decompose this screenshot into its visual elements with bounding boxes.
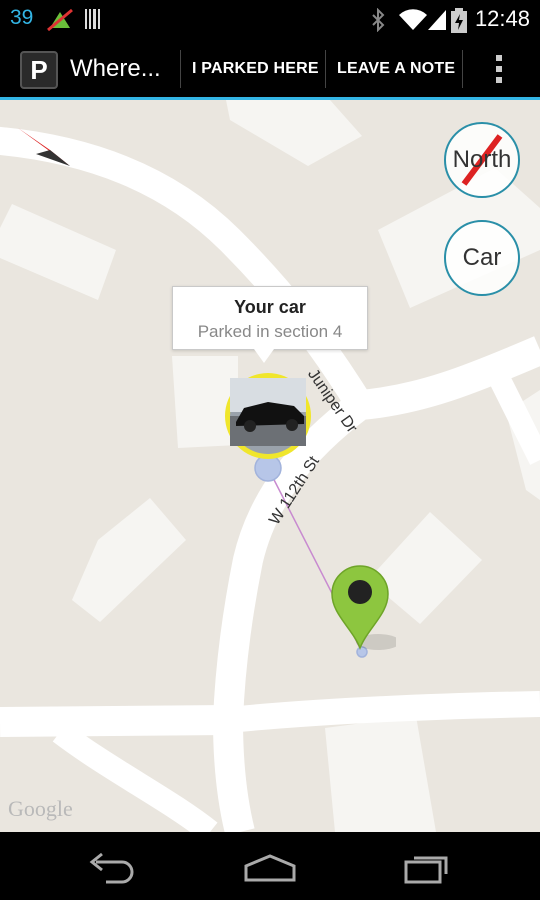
- car-button[interactable]: Car: [444, 220, 520, 296]
- recent-apps-icon[interactable]: [404, 852, 450, 884]
- divider: [180, 50, 181, 88]
- building: [0, 204, 116, 300]
- bubble-pointer: [254, 349, 274, 363]
- north-button[interactable]: North: [444, 122, 520, 198]
- home-icon[interactable]: [242, 854, 298, 884]
- destination-pin-icon[interactable]: [326, 556, 396, 666]
- back-icon[interactable]: [88, 852, 138, 884]
- battery-icon: [451, 8, 467, 33]
- building: [325, 716, 436, 832]
- car-info-bubble[interactable]: Your car Parked in section 4: [172, 286, 368, 350]
- map-view[interactable]: W 112th St Juniper Dr North Car Your car…: [0, 100, 540, 832]
- car-button-label: Car: [462, 244, 502, 271]
- cell-signal-icon: [428, 10, 446, 30]
- divider: [325, 50, 326, 88]
- north-button-label: North: [452, 146, 512, 173]
- leave-a-note-button[interactable]: LEAVE A NOTE: [337, 60, 455, 78]
- notification-count: 39: [10, 6, 34, 29]
- building: [226, 100, 362, 166]
- app-icon[interactable]: P: [20, 51, 58, 89]
- navigation-bar: [0, 832, 540, 900]
- divider: [462, 50, 463, 88]
- compass-icon[interactable]: [16, 124, 76, 174]
- car-photo-marker[interactable]: [222, 370, 318, 466]
- building: [72, 498, 186, 622]
- location-icon: [47, 8, 73, 32]
- clock: 12:48: [474, 6, 530, 31]
- google-attribution: Google: [8, 796, 73, 821]
- bluetooth-icon: [372, 8, 385, 32]
- map-canvas: [0, 100, 540, 832]
- wifi-icon: [399, 9, 427, 31]
- action-bar: P Where... I PARKED HERE LEAVE A NOTE: [0, 38, 540, 100]
- app-title: Where...: [70, 55, 161, 82]
- status-bar: 39 12:48: [0, 0, 540, 38]
- barcode-icon: [85, 9, 100, 29]
- i-parked-here-button[interactable]: I PARKED HERE: [192, 60, 319, 78]
- bubble-subtitle: Parked in section 4: [197, 322, 343, 341]
- overflow-menu-icon[interactable]: [496, 55, 502, 88]
- bubble-title: Your car: [234, 297, 306, 317]
